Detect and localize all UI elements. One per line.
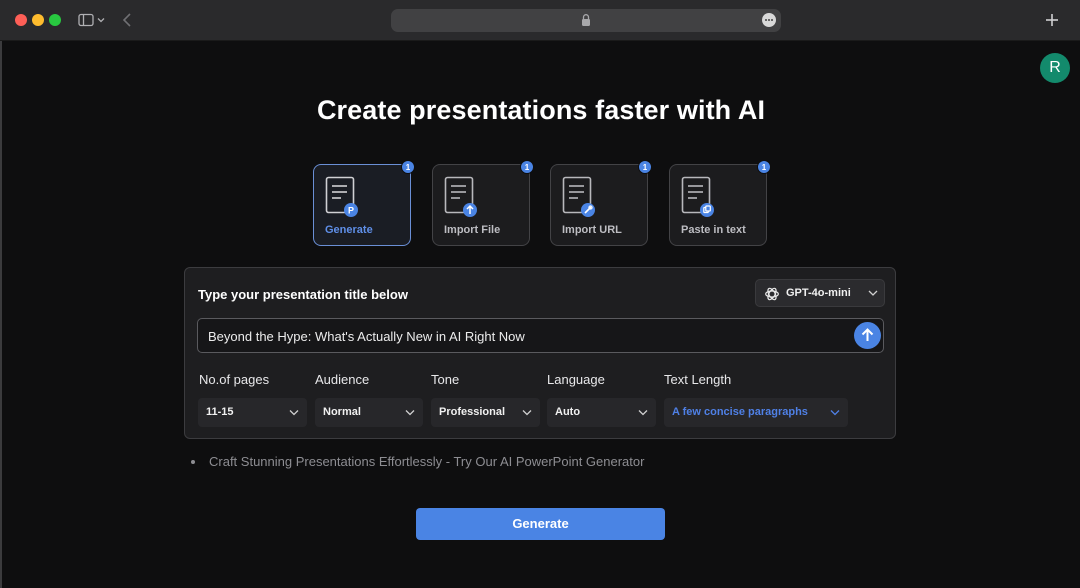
bullet	[191, 460, 195, 464]
upload-icon	[444, 176, 477, 217]
text-length-label: Text Length	[664, 372, 732, 387]
page-content: R Create presentations faster with AI P …	[0, 41, 1080, 588]
arrow-up-icon	[861, 328, 874, 341]
avatar[interactable]: R	[1040, 53, 1070, 83]
model-label: GPT-4o-mini	[786, 287, 851, 299]
sidebar-toggle-icon[interactable]	[78, 13, 108, 28]
svg-text:P: P	[348, 206, 354, 216]
prompt-panel: Type your presentation title below GPT-4…	[184, 267, 896, 439]
language-label: Language	[547, 372, 605, 387]
tone-label: Tone	[431, 372, 460, 387]
mode-label: Import URL	[562, 224, 622, 236]
mode-paste-text-card[interactable]: Paste in text 1	[669, 160, 771, 246]
title-input-container	[197, 318, 884, 353]
chevron-down-icon	[868, 290, 878, 296]
count-badge: 1	[520, 160, 534, 174]
generate-icon: P	[325, 176, 358, 217]
minimize-window-button[interactable]	[32, 14, 44, 26]
chevron-down-icon	[638, 410, 648, 416]
link-icon	[562, 176, 595, 217]
openai-logo-icon	[765, 287, 779, 301]
generate-button[interactable]: Generate	[416, 508, 665, 540]
mode-import-file-card[interactable]: Import File 1	[432, 160, 534, 246]
pages-label: No.of pages	[199, 372, 270, 387]
new-tab-icon[interactable]	[1044, 11, 1060, 29]
tone-value: Professional	[439, 406, 506, 418]
page-title: Create presentations faster with AI	[316, 95, 766, 125]
text-length-value: A few concise paragraphs	[672, 406, 808, 418]
address-bar[interactable]	[391, 9, 781, 32]
promo-tip-text: Craft Stunning Presentations Effortlessl…	[209, 454, 645, 469]
pages-value: 11-15	[206, 406, 234, 418]
count-badge: 1	[401, 160, 415, 174]
text-length-select[interactable]: A few concise paragraphs	[664, 398, 848, 427]
mode-import-url-card[interactable]: Import URL 1	[550, 160, 652, 246]
paste-icon	[681, 176, 714, 217]
count-badge: 1	[757, 160, 771, 174]
pages-select[interactable]: 11-15	[198, 398, 307, 427]
chevron-down-icon	[522, 410, 532, 416]
chevron-down-icon	[830, 410, 840, 416]
mode-label: Generate	[325, 224, 373, 236]
browser-toolbar	[0, 0, 1080, 41]
language-select[interactable]: Auto	[547, 398, 656, 427]
title-input[interactable]	[208, 326, 838, 346]
count-badge: 1	[638, 160, 652, 174]
submit-button[interactable]	[854, 322, 881, 349]
mode-label: Paste in text	[681, 224, 746, 236]
chevron-down-icon	[405, 410, 415, 416]
more-options-icon[interactable]	[762, 13, 776, 27]
mode-label: Import File	[444, 224, 501, 236]
audience-label: Audience	[315, 372, 370, 387]
language-value: Auto	[555, 406, 581, 418]
chevron-down-icon	[289, 410, 299, 416]
tone-select[interactable]: Professional	[431, 398, 540, 427]
mode-generate-card[interactable]: P Generate 1	[313, 160, 415, 246]
panel-heading: Type your presentation title below	[198, 287, 408, 302]
audience-select[interactable]: Normal	[315, 398, 423, 427]
audience-value: Normal	[323, 406, 361, 418]
back-icon[interactable]	[120, 11, 136, 29]
close-window-button[interactable]	[15, 14, 27, 26]
zoom-window-button[interactable]	[49, 14, 61, 26]
lock-icon	[582, 14, 590, 26]
model-select[interactable]: GPT-4o-mini	[755, 279, 885, 307]
